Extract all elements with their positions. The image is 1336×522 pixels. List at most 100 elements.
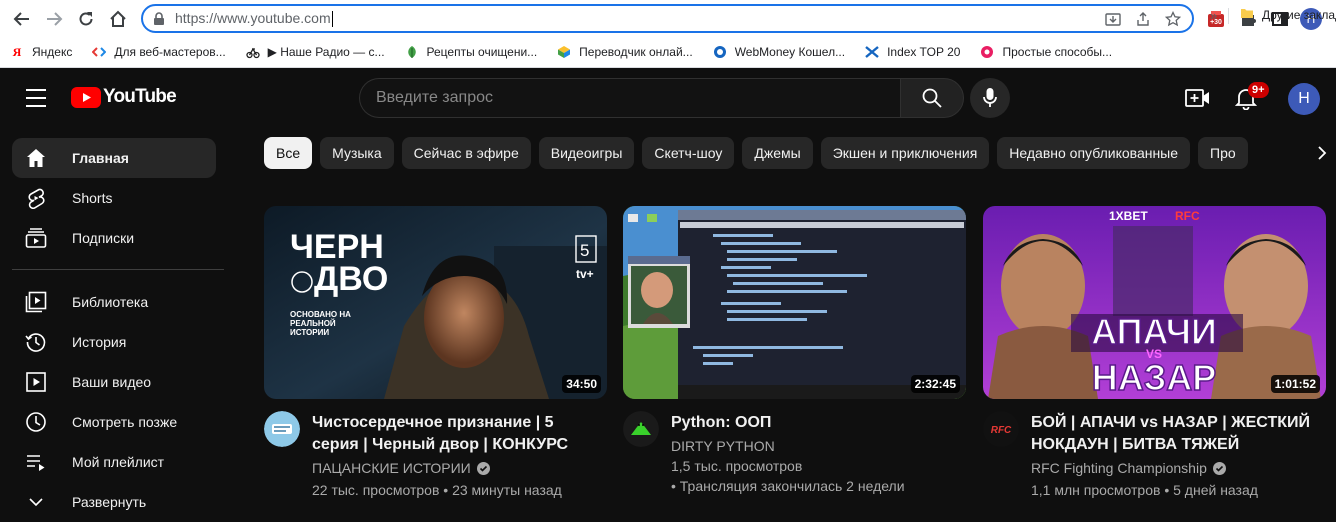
channel-name[interactable]: RFC Fighting Championship [1031,460,1226,476]
video-title[interactable]: Чистосердечное признание | 5 серия | Чер… [312,412,602,456]
bookmark-index-top[interactable]: Index TOP 20 [865,45,960,59]
chip-action-adventure[interactable]: Экшен и приключения [820,137,990,169]
sidebar-item-label: Ваши видео [72,374,152,390]
sidebar-item-label: Подписки [72,230,135,246]
sidebar-item-shorts[interactable]: Shorts [12,178,216,218]
chevron-right-icon [1318,146,1327,160]
bookmark-simple-ways[interactable]: Простые способы... [980,45,1112,59]
bookmark-label: Простые способы... [1002,45,1113,59]
home-icon [24,146,48,170]
menu-icon[interactable] [22,86,50,110]
video-thumbnail[interactable]: ЧЕРН ДВО ОСНОВАНО НА РЕАЛЬНОЙ ИСТОРИИ 5 … [264,206,607,399]
bookmark-webmoney[interactable]: WebMoney Кошел... [713,45,845,59]
bookmark-translator[interactable]: Переводчик онлай... [557,45,693,59]
video-card[interactable]: ЧЕРН ДВО ОСНОВАНО НА РЕАЛЬНОЙ ИСТОРИИ 5 … [264,206,607,511]
channel-avatar[interactable] [623,411,659,447]
bookmark-webmasters[interactable]: Для веб-мастеров... [92,45,226,59]
index-icon [865,45,879,59]
bookmark-recipes[interactable]: Рецепты очищени... [405,45,537,59]
search-input[interactable] [376,89,900,107]
install-app-icon[interactable] [1104,10,1122,28]
video-camera-plus-icon [1185,89,1209,107]
channel-avatar[interactable] [264,411,300,447]
video-details: Чистосердечное признание | 5 серия | Чер… [264,411,607,511]
your-videos-icon [24,370,48,394]
chip-truncated[interactable]: Про [1198,137,1248,169]
notification-count-badge[interactable]: 9+ [1248,82,1269,98]
video-title[interactable]: Python: ООП [671,412,961,434]
video-stats: 1,1 млн просмотров • 5 дней назад [1031,482,1258,498]
bookmark-label: Index TOP 20 [887,45,961,59]
video-card[interactable]: 2:32:45 Python: ООП DIRTY PYTHON 1,5 тыс… [623,206,966,511]
channel-name[interactable]: ПАЦАНСКИЕ ИСТОРИИ [312,460,490,476]
other-bookmarks-folder[interactable]: Другие закладки [1240,7,1336,22]
verified-check-icon [1212,461,1226,475]
video-views: 1,5 тыс. просмотров [671,458,803,474]
share-icon[interactable] [1134,10,1152,28]
channel-avatar[interactable]: RFC [983,411,1019,447]
sidebar-item-history[interactable]: История [12,322,216,362]
sidebar-item-my-playlist[interactable]: Мой плейлист [12,442,216,482]
back-button[interactable] [9,6,35,32]
search-button[interactable] [900,78,964,118]
reload-button[interactable] [73,6,99,32]
search-box[interactable] [359,78,900,118]
browser-toolbar: https://www.youtube.com +30 Н [0,0,1336,37]
channel-name[interactable]: DIRTY PYTHON [671,438,775,454]
video-thumbnail[interactable]: 2:32:45 [623,206,966,399]
video-card[interactable]: 1XBET RFC АПАЧИ VS НАЗАР 1:01:52 RFC БОЙ… [983,206,1326,511]
bookmarks-divider [1228,8,1229,24]
sidebar-item-label: Смотреть позже [72,414,178,430]
bookmark-label: WebMoney Кошел... [734,45,846,59]
bike-icon [246,45,260,59]
chip-jams[interactable]: Джемы [742,137,813,169]
video-details: RFC БОЙ | АПАЧИ vs НАЗАР | ЖЕСТКИЙ НОКДА… [983,411,1326,511]
address-bar[interactable]: https://www.youtube.com [141,4,1194,33]
watch-later-icon [24,410,48,434]
more-bookmarks-button[interactable]: » [1210,8,1217,23]
home-button[interactable] [105,6,131,32]
subscriptions-icon [24,226,48,250]
sidebar-item-library[interactable]: Библиотека [12,282,216,322]
bookmarks-bar: Я Яндекс Для веб-мастеров... ▶ Наше Ради… [0,37,1336,68]
tv-plus-logo-text: tv+ [576,267,594,281]
channel-name-text: DIRTY PYTHON [671,438,775,454]
url-text[interactable]: https://www.youtube.com [175,10,333,27]
sidebar-item-label: Мой плейлист [72,454,165,470]
voice-search-button[interactable] [970,78,1010,118]
library-icon [24,290,48,314]
chip-video-games[interactable]: Видеоигры [538,137,635,169]
thumbnail-fighter-2: НАЗАР [1092,357,1217,398]
youtube-page: YouTube 9+ Н Главная [0,68,1336,510]
bookmark-star-icon[interactable] [1164,10,1182,28]
video-thumbnail[interactable]: 1XBET RFC АПАЧИ VS НАЗАР 1:01:52 [983,206,1326,399]
video-title[interactable]: БОЙ | АПАЧИ vs НАЗАР | ЖЕСТКИЙ НОКДАУН |… [1031,412,1321,456]
sidebar-item-home[interactable]: Главная [12,138,216,178]
bookmark-yandex[interactable]: Я Яндекс [10,44,73,60]
chips-next-button[interactable] [1308,138,1336,168]
bookmark-nashe-radio[interactable]: ▶ Наше Радио — с... [246,45,385,59]
forward-button[interactable] [41,6,67,32]
chip-music[interactable]: Музыка [320,137,394,169]
create-video-button[interactable] [1184,84,1212,112]
yandex-icon: Я [12,44,22,59]
lock-icon[interactable] [143,11,175,26]
account-avatar[interactable]: Н [1288,83,1320,115]
sidebar-item-label: Библиотека [72,294,149,310]
sidebar-item-your-videos[interactable]: Ваши видео [12,362,216,402]
translate-icon [557,45,571,59]
sidebar-item-subscriptions[interactable]: Подписки [12,218,216,258]
sidebar-item-expand[interactable]: Развернуть [12,482,216,522]
sidebar-divider [12,269,224,270]
channel-five-text: 5 [580,241,589,260]
bookmark-label: Для веб-мастеров... [114,45,226,59]
youtube-logo[interactable]: YouTube [71,86,177,108]
chip-live[interactable]: Сейчас в эфире [401,137,531,169]
video-duration: 34:50 [562,375,601,393]
thumbnail-caption-1: ОСНОВАНО НА [290,310,351,319]
chip-all[interactable]: Все [264,137,313,169]
search-icon [922,88,942,108]
chip-recently-uploaded[interactable]: Недавно опубликованные [997,137,1191,169]
sidebar-item-watch-later[interactable]: Смотреть позже [12,402,216,442]
chip-sketch-show[interactable]: Скетч-шоу [642,137,735,169]
